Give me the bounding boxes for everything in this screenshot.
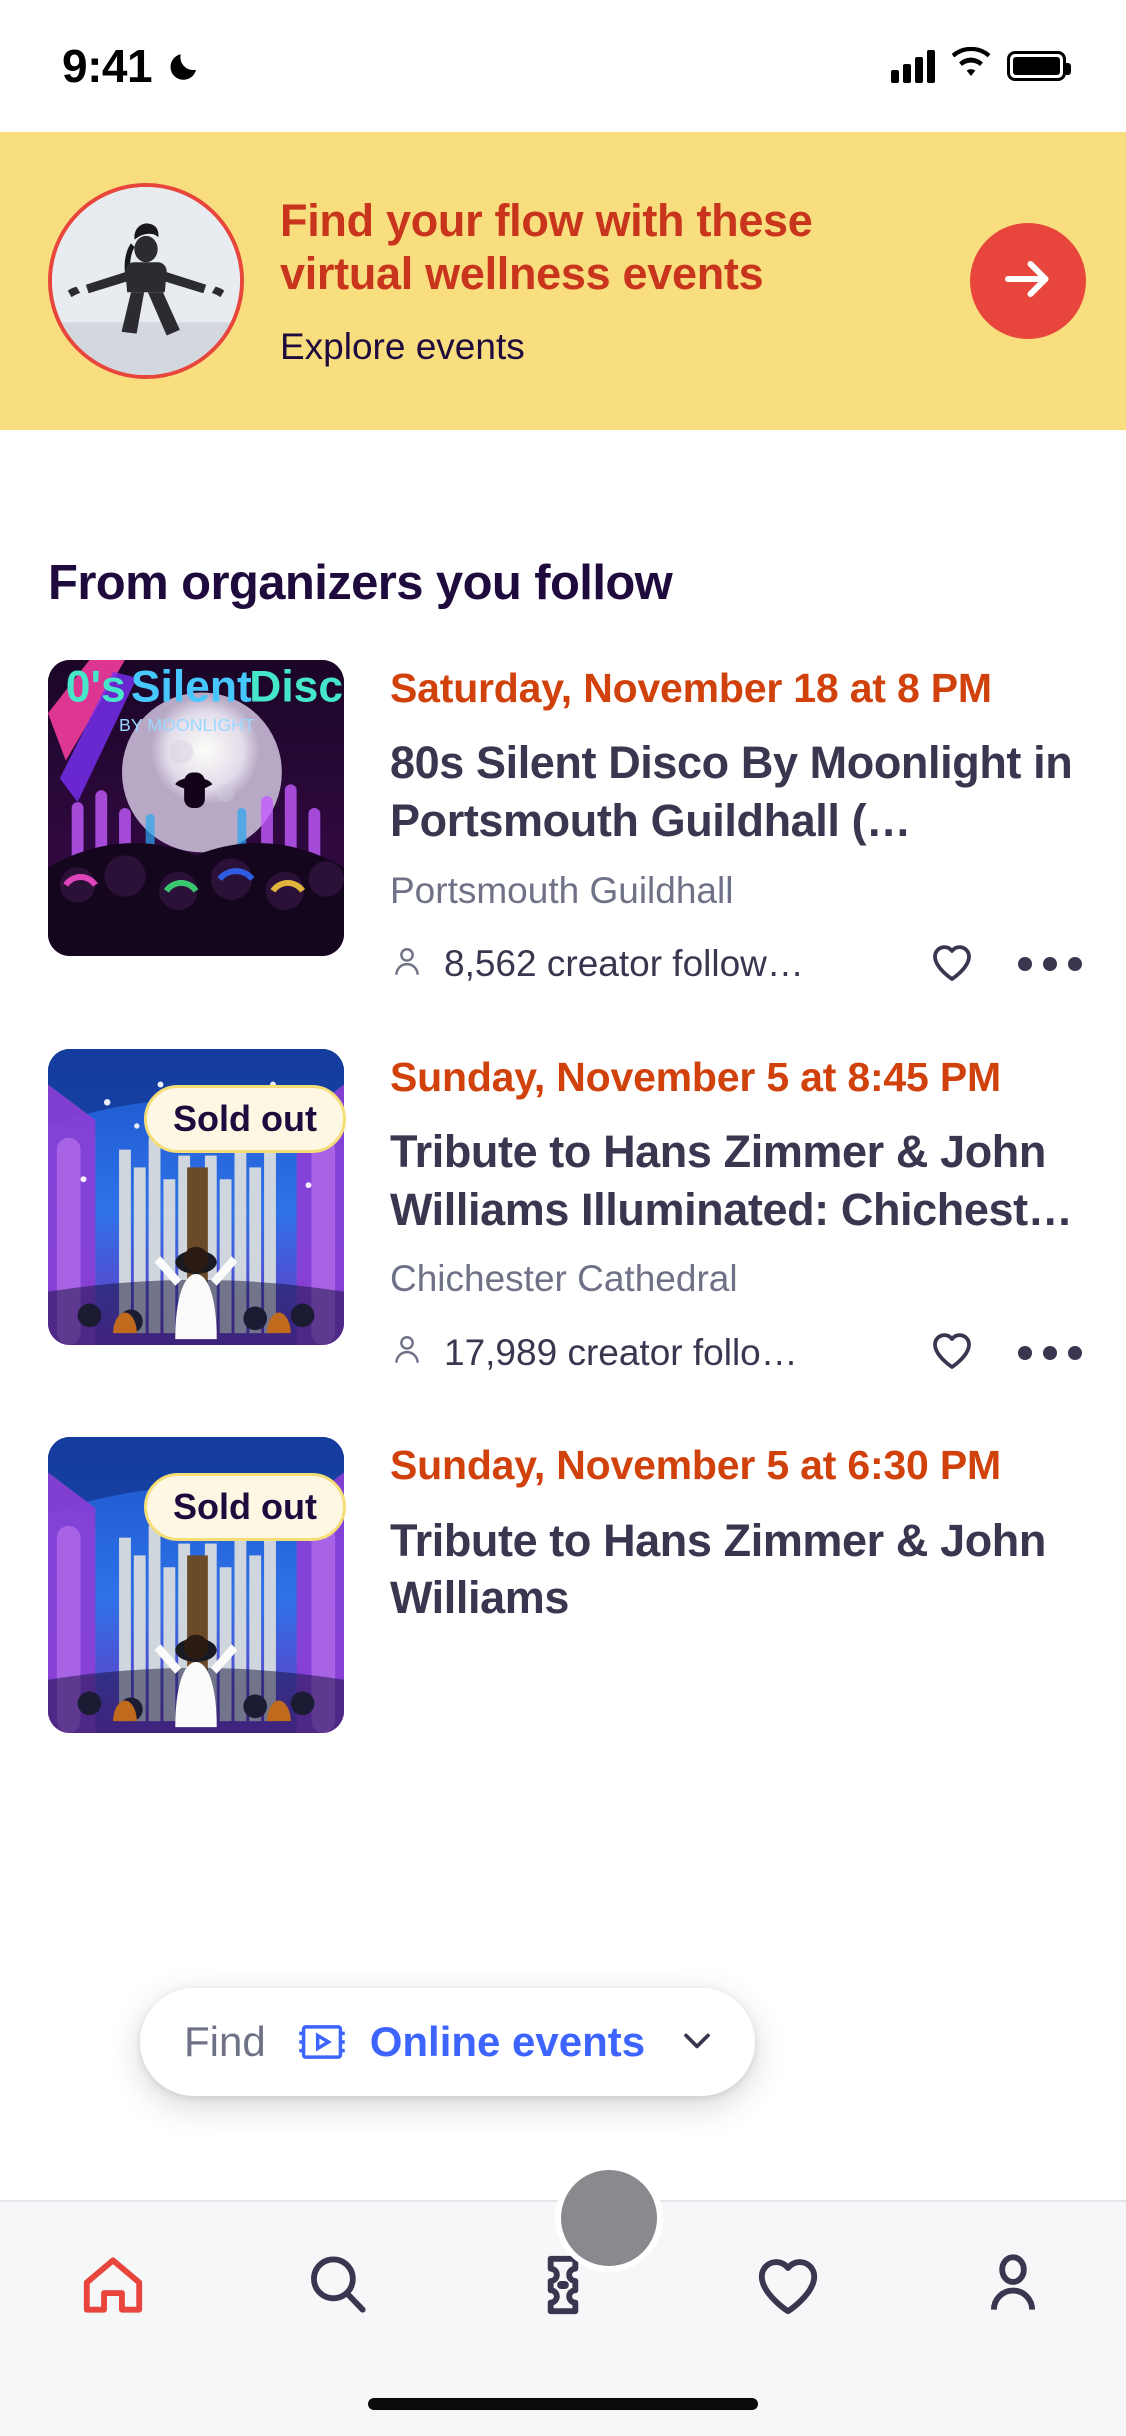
event-venue: Chichester Cathedral <box>390 1258 738 1300</box>
arrow-right-icon <box>998 249 1058 314</box>
svg-text:0's: 0's <box>66 662 126 711</box>
battery-full-icon <box>1007 51 1071 81</box>
event-info: Sunday, November 5 at 6:30 PM Tribute to… <box>344 1437 1082 1733</box>
event-thumbnail-wrap[interactable]: Sold out <box>48 1048 346 1380</box>
online-video-icon <box>296 2018 348 2066</box>
like-button[interactable] <box>926 938 978 991</box>
like-button[interactable] <box>926 1326 978 1379</box>
online-events-filter-pill[interactable]: Find Online events <box>140 1988 756 2096</box>
event-venue: Portsmouth Guildhall <box>390 869 734 911</box>
event-thumbnail-wrap[interactable]: 0's Silent Disc BY MOONLIGHT <box>48 660 344 991</box>
svg-text:Disc: Disc <box>249 662 343 711</box>
event-info: Saturday, November 18 at 8 PM 80s Silent… <box>344 660 1082 991</box>
heart-icon <box>751 2248 825 2327</box>
svg-text:Silent: Silent <box>131 662 252 711</box>
more-options-icon[interactable] <box>1018 957 1082 972</box>
promo-text: Find your flow with these virtual wellne… <box>244 194 970 368</box>
filter-prefix-label: Find <box>184 2018 266 2065</box>
event-list: 0's Silent Disc BY MOONLIGHT Saturday, N… <box>0 660 1126 1791</box>
event-footer: 8,562 creator follow… <box>390 938 1082 991</box>
event-date: Sunday, November 5 at 8:45 PM <box>390 1053 1001 1100</box>
event-card[interactable]: 0's Silent Disc BY MOONLIGHT Saturday, N… <box>0 660 1126 991</box>
wifi-icon <box>951 46 991 86</box>
status-time: 9:41 <box>62 40 153 92</box>
event-followers: 17,989 creator follo… <box>390 1331 926 1374</box>
nav-item-profile[interactable] <box>923 2248 1103 2327</box>
person-icon <box>390 1331 424 1374</box>
event-title[interactable]: Tribute to Hans Zimmer & John Williams <box>390 1512 1082 1627</box>
person-icon <box>976 2248 1050 2327</box>
status-bar-right <box>891 46 1071 86</box>
promo-subtitle[interactable]: Explore events <box>280 326 950 368</box>
event-title[interactable]: 80s Silent Disco By Moonlight in Portsmo… <box>390 734 1082 849</box>
person-icon <box>390 943 424 986</box>
nav-item-home[interactable] <box>23 2248 203 2327</box>
nav-item-search[interactable] <box>248 2248 428 2327</box>
event-followers-text: 17,989 creator follo… <box>444 1331 798 1373</box>
touch-cursor <box>555 2164 663 2272</box>
promo-banner[interactable]: Find your flow with these virtual wellne… <box>0 132 1126 430</box>
event-info: Sunday, November 5 at 8:45 PM Tribute to… <box>344 1049 1082 1380</box>
moon-icon <box>166 48 202 84</box>
event-card[interactable]: Sold out Sunday, November 5 at 6:30 PM T… <box>0 1437 1126 1734</box>
event-thumbnail-wrap[interactable]: Sold out <box>48 1437 346 1734</box>
event-title[interactable]: Tribute to Hans Zimmer & John Williams I… <box>390 1123 1082 1238</box>
sold-out-badge: Sold out <box>144 1473 346 1542</box>
status-bar-left: 9:41 <box>62 39 202 93</box>
promo-arrow-button[interactable] <box>970 223 1086 339</box>
app-screen: 9:41 Find your flow with these virtual w… <box>0 0 1126 2436</box>
svg-text:BY MOONLIGHT: BY MOONLIGHT <box>119 715 255 735</box>
event-followers: 8,562 creator follow… <box>390 943 926 986</box>
event-followers-text: 8,562 creator follow… <box>444 943 804 985</box>
event-thumbnail[interactable]: 0's Silent Disc BY MOONLIGHT <box>48 660 344 956</box>
search-icon <box>301 2248 375 2327</box>
section-heading: From organizers you follow <box>48 556 673 610</box>
home-icon <box>76 2248 150 2327</box>
event-card[interactable]: Sold out Sunday, November 5 at 8:45 PM T… <box>0 1048 1126 1380</box>
event-footer: 17,989 creator follo… <box>390 1326 1082 1379</box>
status-bar: 9:41 <box>0 0 1126 132</box>
nav-item-saved[interactable] <box>698 2248 878 2327</box>
chevron-down-icon[interactable] <box>673 2018 721 2067</box>
event-date: Sunday, November 5 at 6:30 PM <box>390 1442 1001 1489</box>
filter-value-label: Online events <box>369 2018 646 2065</box>
promo-avatar <box>48 183 244 379</box>
promo-title: Find your flow with these virtual wellne… <box>280 194 813 299</box>
yoga-photo <box>52 187 240 375</box>
cellular-signal-icon <box>891 49 935 83</box>
event-date: Saturday, November 18 at 8 PM <box>390 665 992 711</box>
sold-out-badge: Sold out <box>144 1084 346 1153</box>
home-indicator <box>368 2398 758 2410</box>
more-options-icon[interactable] <box>1018 1345 1082 1360</box>
